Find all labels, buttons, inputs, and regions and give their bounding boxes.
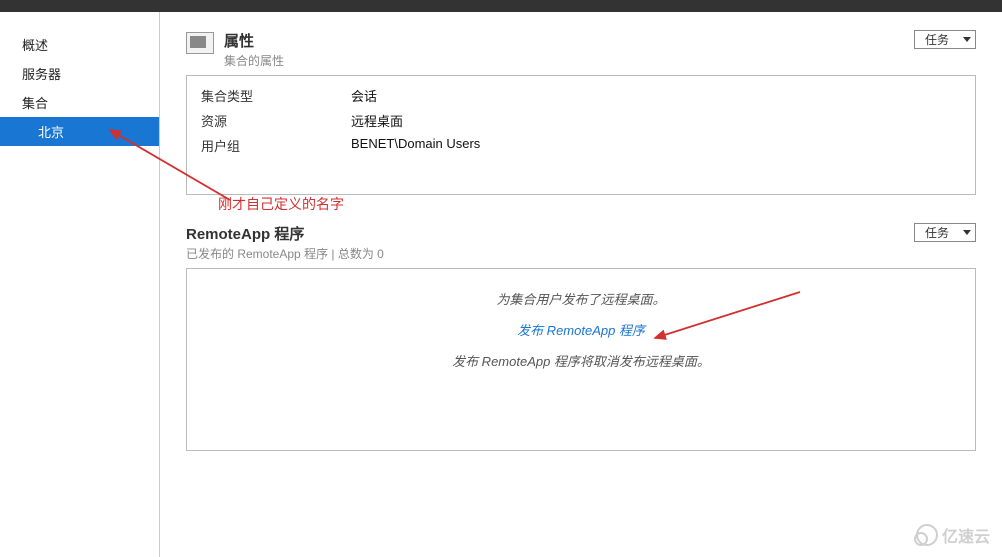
property-row: 用户组 BENET\Domain Users [201,136,961,155]
property-row: 集合类型 会话 [201,86,961,105]
remoteapp-tasks-label: 任务 [925,224,949,241]
sidebar-item-servers[interactable]: 服务器 [0,59,159,88]
remoteapp-tasks-dropdown[interactable]: 任务 [914,223,976,242]
remoteapp-title: RemoteApp 程序 [186,223,384,244]
property-label: 用户组 [201,136,351,155]
property-value: BENET\Domain Users [351,136,480,155]
remoteapp-message-warning: 发布 RemoteApp 程序将取消发布远程桌面。 [201,351,961,370]
property-label: 集合类型 [201,86,351,105]
properties-title: 属性 [224,30,284,51]
properties-section: 属性 集合的属性 任务 集合类型 会话 资源 远程桌面 [186,30,976,195]
property-label: 资源 [201,111,351,130]
watermark-text: 亿速云 [942,523,990,547]
properties-box: 集合类型 会话 资源 远程桌面 用户组 BENET\Domain Users [186,75,976,195]
remoteapp-subtitle: 已发布的 RemoteApp 程序 | 总数为 0 [186,245,384,262]
remoteapp-message-published: 为集合用户发布了远程桌面。 [201,289,961,308]
remoteapp-box: 为集合用户发布了远程桌面。 发布 RemoteApp 程序 发布 RemoteA… [186,268,976,451]
property-row: 资源 远程桌面 [201,111,961,130]
property-value: 会话 [351,86,377,105]
sidebar-item-collections[interactable]: 集合 [0,88,159,117]
properties-tasks-dropdown[interactable]: 任务 [914,30,976,49]
main-content: 属性 集合的属性 任务 集合类型 会话 资源 远程桌面 [160,12,1002,557]
publish-remoteapp-link[interactable]: 发布 RemoteApp 程序 [517,320,645,339]
remoteapp-section: RemoteApp 程序 已发布的 RemoteApp 程序 | 总数为 0 任… [186,223,976,451]
annotation-text: 刚才自己定义的名字 [218,194,344,214]
property-value: 远程桌面 [351,111,403,130]
sidebar-item-beijing[interactable]: 北京 [0,117,159,146]
properties-icon [186,32,214,54]
watermark: 亿速云 [916,523,990,547]
chevron-down-icon [963,37,971,42]
sidebar-item-overview[interactable]: 概述 [0,30,159,59]
chevron-down-icon [963,230,971,235]
properties-subtitle: 集合的属性 [224,52,284,69]
sidebar: 概述 服务器 集合 北京 [0,12,160,557]
window-titlebar [0,0,1002,12]
watermark-logo-icon [916,524,938,546]
properties-tasks-label: 任务 [925,31,949,48]
